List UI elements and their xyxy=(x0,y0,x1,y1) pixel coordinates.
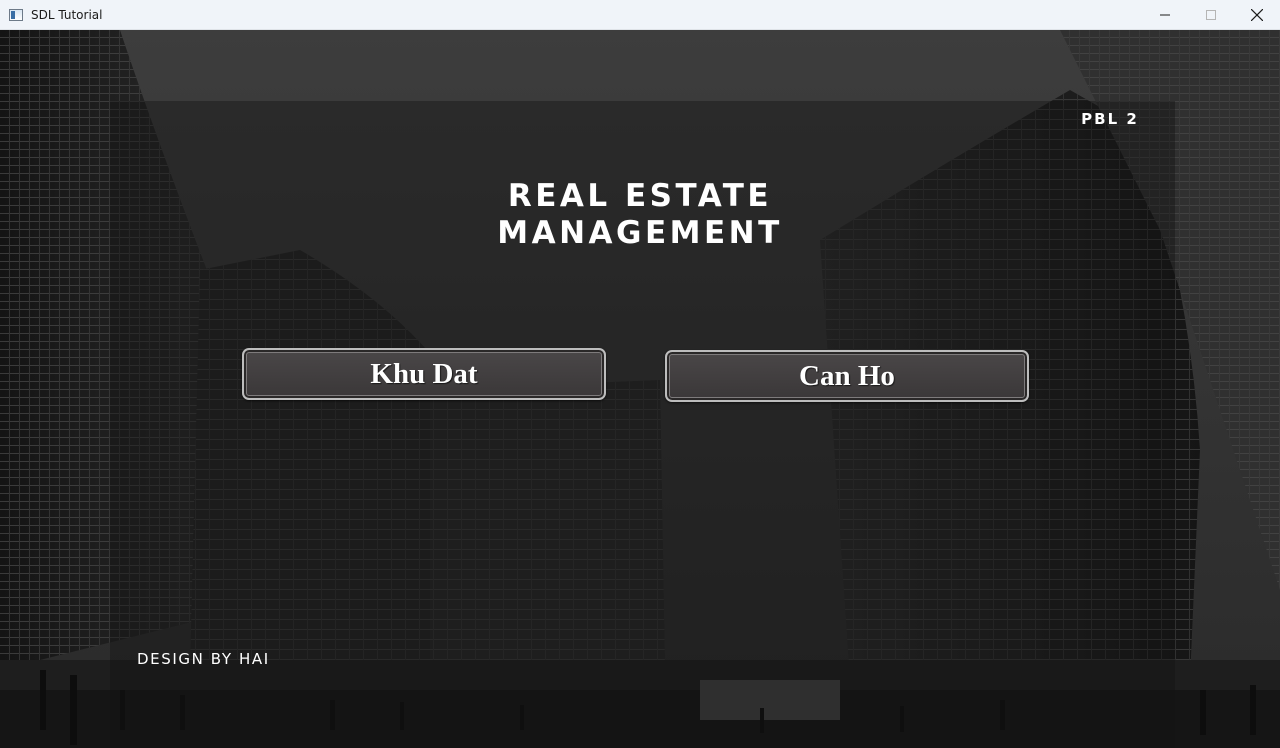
maximize-icon xyxy=(1206,10,1216,20)
window-title: SDL Tutorial xyxy=(31,7,103,22)
page-title-line1: REAL ESTATE xyxy=(507,178,773,214)
window-controls xyxy=(1142,0,1280,30)
khu-dat-button[interactable]: Khu Dat xyxy=(242,348,606,400)
app-window-icon xyxy=(9,8,23,21)
course-badge: PBL 2 xyxy=(1081,110,1139,128)
page-title: REAL ESTATE MANAGEMENT xyxy=(390,178,890,252)
close-icon xyxy=(1251,9,1263,21)
minimize-button[interactable] xyxy=(1142,0,1188,30)
close-button[interactable] xyxy=(1234,0,1280,30)
app-window: SDL Tutorial PBL 2 REAL ESTATE MANAGEMEN… xyxy=(0,0,1280,748)
title-bar[interactable]: SDL Tutorial xyxy=(0,0,1280,30)
can-ho-button[interactable]: Can Ho xyxy=(665,350,1029,402)
minimize-icon xyxy=(1160,14,1170,16)
maximize-button[interactable] xyxy=(1188,0,1234,30)
page-title-line2: MANAGEMENT xyxy=(497,215,783,251)
design-credit: DESIGN BY HAI xyxy=(137,650,270,668)
background-scene: PBL 2 REAL ESTATE MANAGEMENT Khu Dat Can… xyxy=(0,30,1280,748)
